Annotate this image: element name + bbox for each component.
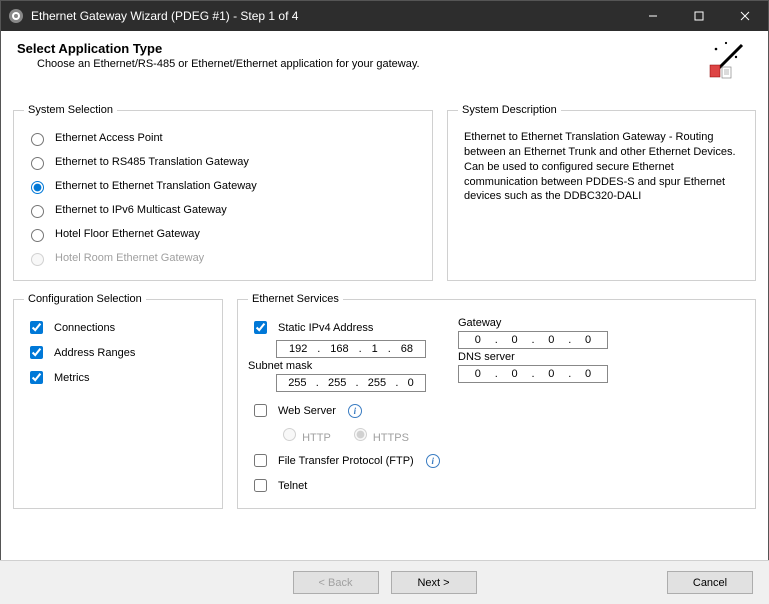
radio-http: HTTP [278, 425, 331, 444]
system-description-group: System Description Ethernet to Ethernet … [447, 104, 756, 281]
checkbox-connections[interactable]: Connections [24, 315, 212, 340]
ethernet-services-legend: Ethernet Services [248, 293, 343, 305]
back-button: < Back [293, 571, 379, 594]
window-titlebar: Ethernet Gateway Wizard (PDEG #1) - Step… [1, 1, 768, 31]
radio-access-point[interactable]: Ethernet Access Point [24, 126, 422, 150]
checkbox-telnet[interactable]: Telnet [248, 473, 745, 498]
dns-label: DNS server [458, 351, 628, 363]
info-icon[interactable]: i [348, 404, 362, 418]
radio-ipv6-gateway[interactable]: Ethernet to IPv6 Multicast Gateway [24, 198, 422, 222]
radio-https: HTTPS [349, 425, 409, 444]
app-icon [9, 9, 23, 23]
ip-address-field[interactable]: 192.168.1.68 [276, 340, 426, 358]
checkbox-address-ranges[interactable]: Address Ranges [24, 340, 212, 365]
page-subtitle: Choose an Ethernet/RS-485 or Ethernet/Et… [37, 58, 420, 70]
checkbox-metrics[interactable]: Metrics [24, 365, 212, 390]
window-title: Ethernet Gateway Wizard (PDEG #1) - Step… [31, 9, 630, 23]
system-selection-group: System Selection Ethernet Access Point E… [13, 104, 433, 281]
subnet-mask-field[interactable]: 255.255.255.0 [276, 374, 426, 392]
subnet-label: Subnet mask [248, 360, 438, 372]
system-selection-legend: System Selection [24, 104, 117, 116]
cancel-button[interactable]: Cancel [667, 571, 753, 594]
radio-eth-eth-gateway[interactable]: Ethernet to Ethernet Translation Gateway [24, 174, 422, 198]
dns-field[interactable]: 0.0.0.0 [458, 365, 608, 383]
gateway-field[interactable]: 0.0.0.0 [458, 331, 608, 349]
info-icon[interactable]: i [426, 454, 440, 468]
configuration-selection-group: Configuration Selection Connections Addr… [13, 293, 223, 509]
configuration-selection-legend: Configuration Selection [24, 293, 146, 305]
system-description-legend: System Description [458, 104, 561, 116]
wizard-icon [708, 39, 748, 79]
system-description-text: Ethernet to Ethernet Translation Gateway… [458, 126, 745, 208]
checkbox-ftp[interactable]: File Transfer Protocol (FTP)i [248, 448, 745, 473]
maximize-button[interactable] [676, 1, 722, 31]
wizard-footer: < Back Next > Cancel [0, 560, 769, 604]
checkbox-static-ipv4[interactable]: Static IPv4 Address [248, 315, 438, 340]
radio-hotel-floor-gateway[interactable]: Hotel Floor Ethernet Gateway [24, 222, 422, 246]
wizard-header: Select Application Type Choose an Ethern… [1, 31, 768, 74]
ethernet-services-group: Ethernet Services Static IPv4 Address 19… [237, 293, 756, 509]
minimize-button[interactable] [630, 1, 676, 31]
page-title: Select Application Type [17, 41, 420, 56]
radio-rs485-gateway[interactable]: Ethernet to RS485 Translation Gateway [24, 150, 422, 174]
radio-hotel-room-gateway: Hotel Room Ethernet Gateway [24, 246, 422, 270]
checkbox-web-server[interactable]: Web Serveri [248, 398, 745, 423]
close-button[interactable] [722, 1, 768, 31]
gateway-label: Gateway [458, 317, 628, 329]
next-button[interactable]: Next > [391, 571, 477, 594]
